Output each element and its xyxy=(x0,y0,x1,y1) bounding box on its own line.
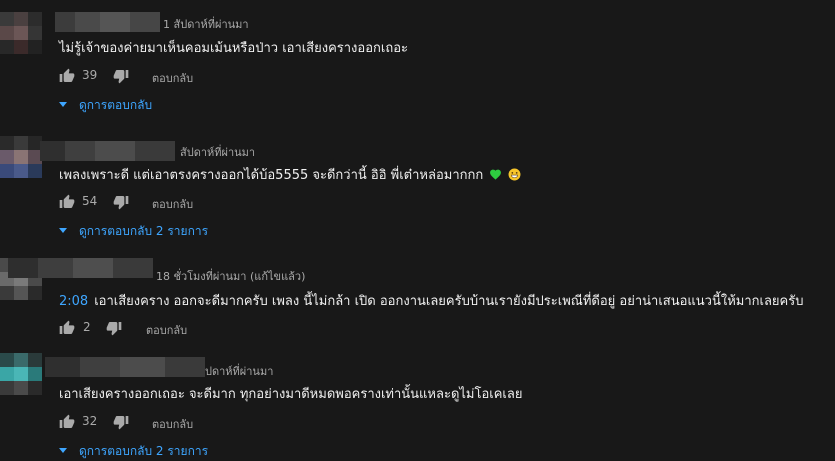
view-replies-label: ดูการตอบกลับ xyxy=(79,98,153,112)
thumbs-up-icon[interactable] xyxy=(59,414,75,430)
view-replies-label: ดูการตอบกลับ 2 รายการ xyxy=(79,224,209,238)
comment-3: 18 ชั่วโมงที่ผ่านมา (แก้ไขแล้ว) 2:08 เอาเ… xyxy=(0,250,835,345)
comment-time[interactable]: 18 ชั่วโมงที่ผ่านมา (แก้ไขแล้ว) xyxy=(156,267,305,285)
like-count: 54 xyxy=(82,194,98,208)
view-replies-button[interactable]: ดูการตอบกลับ 2 รายการ xyxy=(59,442,208,461)
comment-1: 1 สัปดาห์ที่ผ่านมา ไม่รู้เจ้าของค่ายมาเห… xyxy=(0,0,835,120)
author-name[interactable] xyxy=(8,258,153,278)
reply-button[interactable]: ตอบกลับ xyxy=(152,415,193,433)
green-heart-emoji-icon xyxy=(490,169,502,180)
comment-time[interactable]: ปดาห์ที่ผ่านมา xyxy=(205,362,273,380)
thumbs-up-icon[interactable] xyxy=(59,320,75,336)
avatar[interactable] xyxy=(0,353,42,395)
reply-button[interactable]: ตอบกลับ xyxy=(152,69,193,87)
view-replies-button[interactable]: ดูการตอบกลับ xyxy=(59,96,152,115)
caret-down-icon xyxy=(59,448,67,453)
comment-time[interactable]: สัปดาห์ที่ผ่านมา xyxy=(180,143,255,161)
thumbs-up-icon[interactable] xyxy=(59,68,75,84)
avatar[interactable] xyxy=(0,12,42,54)
reply-button[interactable]: ตอบกลับ xyxy=(146,321,187,339)
comment-actions: 54 ตอบกลับ xyxy=(59,192,359,212)
thumbs-down-icon[interactable] xyxy=(113,68,129,84)
comment-text: เอาเสียงครางออกเถอะ จะดีมาก ทุกอย่างมาดี… xyxy=(59,387,523,402)
author-name[interactable] xyxy=(40,141,175,161)
view-replies-button[interactable]: ดูการตอบกลับ 2 รายการ xyxy=(59,222,208,241)
comment-text: ไม่รู้เจ้าของค่ายมาเห็นคอมเม้นหรือป่าว เ… xyxy=(59,41,409,56)
comment-actions: 32 ตอบกลับ xyxy=(59,412,359,432)
grinning-face-emoji-icon xyxy=(508,168,521,181)
author-name[interactable] xyxy=(45,357,205,377)
thumbs-up-icon[interactable] xyxy=(59,194,75,210)
caret-down-icon xyxy=(59,228,67,233)
thumbs-down-icon[interactable] xyxy=(113,194,129,210)
comment-2: สัปดาห์ที่ผ่านมา เพลงเพราะดี แต่เอาตรงคร… xyxy=(0,120,835,250)
timestamp-link[interactable]: 2:08 xyxy=(59,294,88,309)
comment-time[interactable]: 1 สัปดาห์ที่ผ่านมา xyxy=(163,15,249,33)
like-count: 32 xyxy=(82,414,98,428)
comment-text-body: เพลงเพราะดี แต่เอาตรงครางออกได้บ้อ5555 จ… xyxy=(59,168,484,183)
avatar[interactable] xyxy=(0,136,42,178)
view-replies-label: ดูการตอบกลับ 2 รายการ xyxy=(79,444,209,458)
like-count: 2 xyxy=(83,320,91,334)
caret-down-icon xyxy=(59,102,67,107)
like-count: 39 xyxy=(82,68,98,82)
comment-text-body: เอาเสียงคราง ออกจะดีมากครับ เพลง นี้ไม่ก… xyxy=(94,294,804,309)
comment-text: 2:08 เอาเสียงคราง ออกจะดีมากครับ เพลง นี้… xyxy=(59,290,803,311)
reply-button[interactable]: ตอบกลับ xyxy=(152,195,193,213)
thumbs-down-icon[interactable] xyxy=(106,320,122,336)
comment-text: เพลงเพราะดี แต่เอาตรงครางออกได้บ้อ5555 จ… xyxy=(59,164,521,185)
comment-actions: 2 ตอบกลับ xyxy=(59,318,359,338)
comment-4: ปดาห์ที่ผ่านมา เอาเสียงครางออกเถอะ จะดีม… xyxy=(0,345,835,460)
comment-actions: 39 ตอบกลับ xyxy=(59,66,359,86)
author-name[interactable] xyxy=(55,12,160,32)
thumbs-down-icon[interactable] xyxy=(113,414,129,430)
